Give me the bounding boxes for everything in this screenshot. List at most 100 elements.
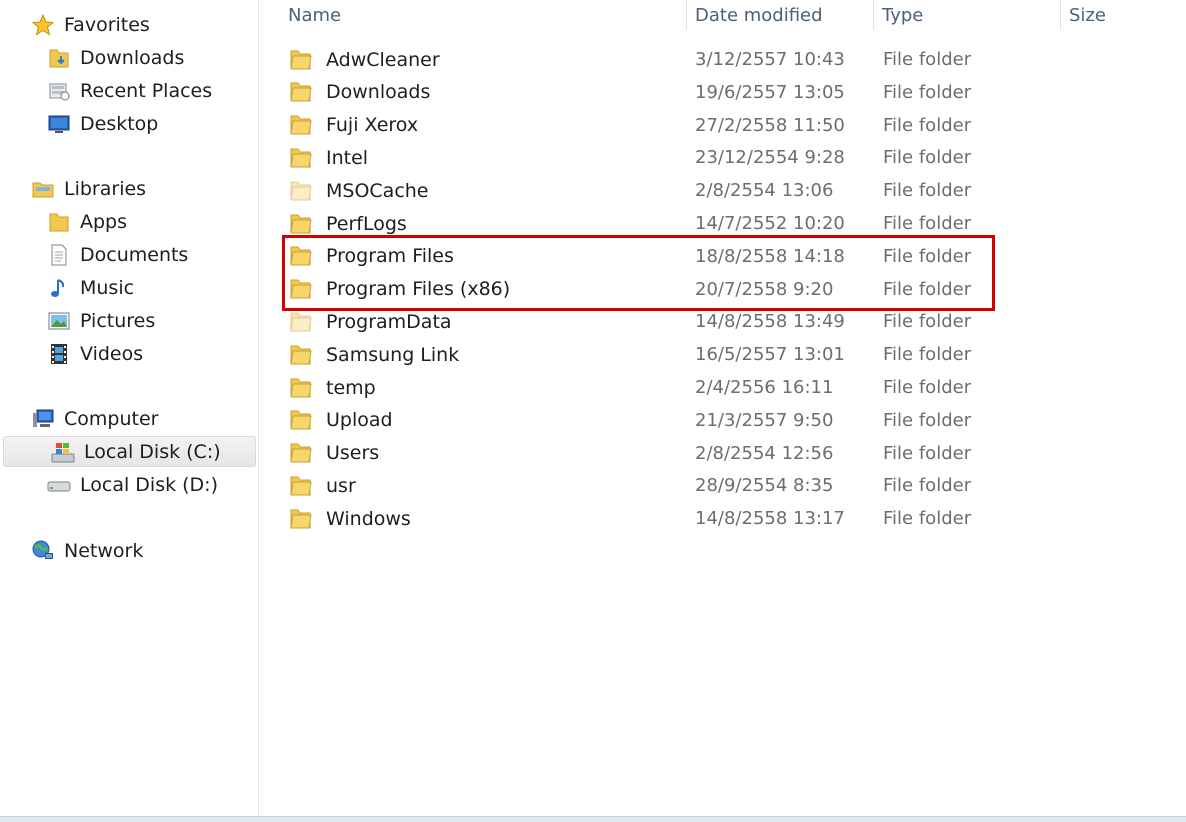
file-name-cell: Upload xyxy=(283,409,393,431)
file-name: PerfLogs xyxy=(326,212,407,235)
computer-icon xyxy=(30,407,56,431)
file-name-cell: Windows xyxy=(283,508,411,530)
file-row[interactable]: PerfLogs 14/7/2552 10:20 File folder xyxy=(283,207,1186,240)
folder-icon xyxy=(289,213,313,235)
column-header-date-label: Date modified xyxy=(695,4,823,26)
nav-item-label: Documents xyxy=(80,243,189,266)
nav-item-label: Pictures xyxy=(80,309,156,332)
file-row[interactable]: Downloads 19/6/2557 13:05 File folder xyxy=(283,76,1186,109)
file-row[interactable]: ProgramData 14/8/2558 13:49 File folder xyxy=(283,305,1186,338)
folder-icon xyxy=(289,245,313,267)
file-row[interactable]: Users 2/8/2554 12:56 File folder xyxy=(283,437,1186,470)
folder-icon xyxy=(289,442,313,464)
file-date-modified: 2/4/2556 16:11 xyxy=(695,377,834,398)
file-name: Program Files (x86) xyxy=(326,278,511,301)
folder-icon xyxy=(289,114,313,136)
file-name-cell: usr xyxy=(283,475,356,497)
document-icon xyxy=(46,243,72,267)
nav-item-local-disk-d[interactable]: Local Disk (D:) xyxy=(0,469,256,500)
nav-item-desktop[interactable]: Desktop xyxy=(0,108,256,139)
file-row[interactable]: Intel 23/12/2554 9:28 File folder xyxy=(283,141,1186,174)
file-row[interactable]: Windows 14/8/2558 13:17 File folder xyxy=(283,502,1186,535)
column-header-size-label: Size xyxy=(1069,4,1106,26)
file-type: File folder xyxy=(883,49,972,70)
file-name: Fuji Xerox xyxy=(326,114,419,137)
file-date-modified: 16/5/2557 13:01 xyxy=(695,344,845,366)
file-name-cell: Intel xyxy=(283,147,368,169)
folder-icon xyxy=(289,49,313,71)
recent-places-icon xyxy=(46,79,72,103)
nav-libraries[interactable]: Libraries xyxy=(0,173,256,204)
file-date-modified: 23/12/2554 9:28 xyxy=(695,147,845,169)
nav-item-videos[interactable]: Videos xyxy=(0,338,256,369)
file-date-modified: 20/7/2558 9:20 xyxy=(695,278,834,300)
nav-item-label: Local Disk (D:) xyxy=(80,473,218,496)
file-date-modified: 28/9/2554 8:35 xyxy=(695,475,834,497)
file-row[interactable]: Upload 21/3/2557 9:50 File folder xyxy=(283,404,1186,437)
downloads-folder-icon xyxy=(46,46,72,70)
file-name: Upload xyxy=(326,409,393,432)
file-row[interactable]: Program Files 18/8/2558 14:18 File folder xyxy=(283,240,1186,273)
file-row[interactable]: Fuji Xerox 27/2/2558 11:50 File folder xyxy=(283,109,1186,142)
file-name-cell: PerfLogs xyxy=(283,213,407,235)
file-row[interactable]: MSOCache 2/8/2554 13:06 File folder xyxy=(283,174,1186,207)
file-name: Intel xyxy=(326,146,369,169)
desktop-icon xyxy=(46,112,72,136)
file-row[interactable]: temp 2/4/2556 16:11 File folder xyxy=(283,371,1186,404)
nav-item-label: Downloads xyxy=(80,46,185,69)
nav-favorites[interactable]: Favorites xyxy=(0,9,256,40)
nav-item-pictures[interactable]: Pictures xyxy=(0,305,256,336)
file-name: Program Files xyxy=(326,245,454,268)
network-globe-icon xyxy=(30,539,56,563)
music-note-icon xyxy=(46,276,72,300)
nav-network[interactable]: Network xyxy=(0,535,256,566)
column-header-date-modified[interactable]: Date modified xyxy=(686,0,872,30)
nav-favorites-label: Favorites xyxy=(64,13,150,36)
file-name: AdwCleaner xyxy=(326,48,440,71)
file-type: File folder xyxy=(883,508,972,530)
folder-icon xyxy=(289,508,313,530)
file-date-modified: 14/8/2558 13:17 xyxy=(695,508,845,530)
drive-icon xyxy=(46,473,72,497)
folder-icon xyxy=(289,377,313,399)
nav-item-downloads[interactable]: Downloads xyxy=(0,42,256,73)
file-type: File folder xyxy=(883,114,972,136)
folder-icon xyxy=(289,81,313,103)
file-date-modified: 14/8/2558 13:49 xyxy=(695,311,845,333)
file-row[interactable]: usr 28/9/2554 8:35 File folder xyxy=(283,469,1186,502)
file-name: Users xyxy=(326,442,380,465)
folder-icon xyxy=(289,409,313,431)
file-name: usr xyxy=(326,474,356,497)
file-row[interactable]: Samsung Link 16/5/2557 13:01 File folder xyxy=(283,338,1186,371)
file-type: File folder xyxy=(883,213,972,234)
file-type: File folder xyxy=(883,245,972,267)
file-name-cell: AdwCleaner xyxy=(283,49,440,71)
file-date-modified: 2/8/2554 12:56 xyxy=(695,442,834,464)
nav-item-documents[interactable]: Documents xyxy=(0,239,256,270)
column-header-size[interactable]: Size xyxy=(1060,0,1186,30)
file-name-cell: Fuji Xerox xyxy=(283,114,418,136)
windows-drive-icon xyxy=(50,440,76,464)
folder-icon xyxy=(289,180,313,202)
folder-icon xyxy=(289,147,313,169)
column-header-name[interactable]: Name xyxy=(280,0,685,30)
file-row[interactable]: AdwCleaner 3/12/2557 10:43 File folder xyxy=(283,43,1186,76)
file-date-modified: 27/2/2558 11:50 xyxy=(695,114,845,136)
column-header-type-label: Type xyxy=(882,4,924,26)
nav-item-label: Desktop xyxy=(80,112,159,135)
file-type: File folder xyxy=(883,377,972,398)
file-date-modified: 18/8/2558 14:18 xyxy=(695,245,845,267)
nav-item-local-disk-c[interactable]: Local Disk (C:) xyxy=(3,436,256,467)
file-type: File folder xyxy=(883,475,972,497)
file-name-cell: Samsung Link xyxy=(283,344,459,366)
nav-item-apps[interactable]: Apps xyxy=(0,206,256,237)
nav-item-recent-places[interactable]: Recent Places xyxy=(0,75,256,106)
nav-computer[interactable]: Computer xyxy=(0,403,256,434)
column-header-type[interactable]: Type xyxy=(873,0,1059,30)
file-type: File folder xyxy=(883,344,972,366)
file-name: ProgramData xyxy=(326,310,452,333)
file-row[interactable]: Program Files (x86) 20/7/2558 9:20 File fo… xyxy=(283,273,1186,306)
nav-item-music[interactable]: Music xyxy=(0,272,256,303)
file-type: File folder xyxy=(883,180,972,202)
nav-item-label: Local Disk (C:) xyxy=(84,440,221,463)
